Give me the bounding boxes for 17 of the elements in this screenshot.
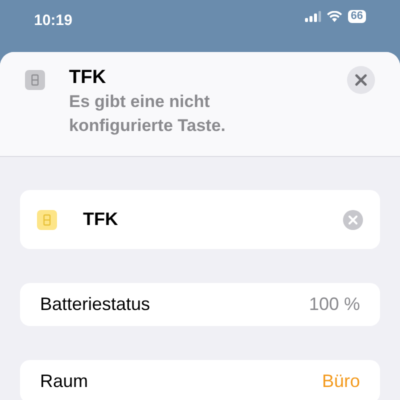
name-field[interactable]: TFK — [20, 190, 380, 249]
row-value: 100 % — [308, 293, 360, 316]
signal-icon — [304, 11, 321, 22]
switch-icon — [25, 70, 45, 90]
sheet-title: TFK — [69, 66, 107, 90]
close-icon — [355, 74, 367, 86]
settings-row[interactable]: Raum Büro — [20, 360, 380, 400]
name-value: TFK — [83, 208, 119, 231]
status-time: 10:19 — [34, 11, 72, 31]
wifi-icon — [326, 11, 342, 22]
row-label: Raum — [40, 370, 88, 393]
row-value: Büro — [322, 370, 360, 393]
battery-icon: 66 — [348, 10, 366, 23]
close-button[interactable] — [347, 66, 375, 94]
row-label: Batteriestatus — [40, 293, 150, 316]
sheet-subtitle: Es gibt eine nicht konfigurierte Taste. — [69, 91, 226, 137]
switch-icon — [37, 210, 57, 230]
